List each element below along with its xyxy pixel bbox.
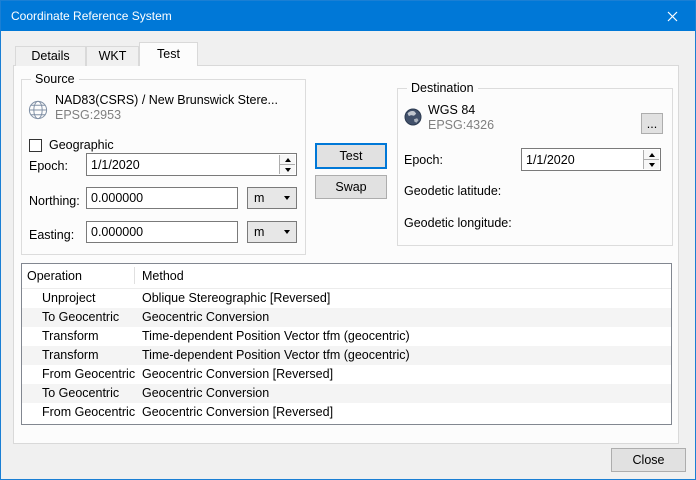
table-header[interactable]: Operation Method xyxy=(22,264,671,289)
operation-cell: Transform xyxy=(42,327,99,346)
northing-value: 0.000000 xyxy=(91,191,143,205)
destination-crs-name: WGS 84 xyxy=(428,103,475,117)
table-row[interactable]: From Geocentric Geocentric Conversion [R… xyxy=(22,403,671,422)
source-crs-name: NAD83(CSRS) / New Brunswick Stere... xyxy=(55,93,278,107)
source-crs-globe-icon xyxy=(28,100,48,120)
table-row[interactable]: To Geocentric Geocentric Conversion xyxy=(22,308,671,327)
method-cell: Geocentric Conversion xyxy=(142,308,269,327)
operation-cell: To Geocentric xyxy=(42,384,119,403)
geographic-checkbox[interactable] xyxy=(29,139,42,152)
close-icon xyxy=(667,11,678,22)
method-cell: Geocentric Conversion [Reversed] xyxy=(142,403,333,422)
method-column-header[interactable]: Method xyxy=(142,264,184,288)
window-title: Coordinate Reference System xyxy=(11,1,172,31)
easting-unit-select[interactable]: m xyxy=(247,221,297,243)
operation-column-header[interactable]: Operation xyxy=(27,264,82,288)
table-row[interactable]: Unproject Oblique Stereographic [Reverse… xyxy=(22,289,671,308)
method-cell: Oblique Stereographic [Reversed] xyxy=(142,289,330,308)
method-cell: Time-dependent Position Vector tfm (geoc… xyxy=(142,346,410,365)
method-cell: Geocentric Conversion xyxy=(142,384,269,403)
operation-cell: Transform xyxy=(42,346,99,365)
test-button[interactable]: Test xyxy=(315,143,387,169)
title-bar: Coordinate Reference System xyxy=(1,1,695,31)
destination-epoch-value: 1/1/2020 xyxy=(526,153,575,167)
operations-table: Operation Method Unproject Oblique Stere… xyxy=(21,263,672,425)
table-row[interactable]: From Geocentric Geocentric Conversion [R… xyxy=(22,365,671,384)
tab-wkt[interactable]: WKT xyxy=(86,46,139,66)
dialog-window: Coordinate Reference System Details WKT … xyxy=(0,0,696,480)
table-row[interactable]: Transform Time-dependent Position Vector… xyxy=(22,327,671,346)
column-divider[interactable] xyxy=(134,267,135,284)
geographic-label: Geographic xyxy=(49,138,114,152)
easting-unit-value: m xyxy=(254,225,264,239)
spin-down-icon[interactable] xyxy=(280,164,295,174)
operation-cell: From Geocentric xyxy=(42,403,135,422)
destination-epoch-label: Epoch: xyxy=(404,153,443,167)
table-row[interactable]: Transform Time-dependent Position Vector… xyxy=(22,346,671,365)
close-button[interactable]: Close xyxy=(611,448,686,472)
destination-crs-code: EPSG:4326 xyxy=(428,118,494,132)
geodetic-longitude-label: Geodetic longitude: xyxy=(404,216,512,230)
source-epoch-value: 1/1/2020 xyxy=(91,158,140,172)
tab-details[interactable]: Details xyxy=(15,46,86,66)
spin-down-icon[interactable] xyxy=(644,159,659,169)
northing-unit-select[interactable]: m xyxy=(247,187,297,209)
destination-crs-globe-icon xyxy=(404,108,422,126)
northing-input[interactable]: 0.000000 xyxy=(86,187,238,209)
spin-up-icon[interactable] xyxy=(644,150,659,159)
spin-up-icon[interactable] xyxy=(280,155,295,164)
window-close-button[interactable] xyxy=(650,1,695,31)
easting-input[interactable]: 0.000000 xyxy=(86,221,238,243)
source-group-label: Source xyxy=(31,72,79,86)
easting-value: 0.000000 xyxy=(91,225,143,239)
table-row[interactable]: To Geocentric Geocentric Conversion xyxy=(22,384,671,403)
source-epoch-spinner[interactable] xyxy=(279,155,295,174)
tab-test[interactable]: Test xyxy=(139,42,198,66)
operation-cell: From Geocentric xyxy=(42,365,135,384)
geodetic-latitude-label: Geodetic latitude: xyxy=(404,184,501,198)
destination-epoch-spinner[interactable] xyxy=(643,150,659,169)
northing-unit-value: m xyxy=(254,191,264,205)
method-cell: Time-dependent Position Vector tfm (geoc… xyxy=(142,327,410,346)
easting-label: Easting: xyxy=(29,228,74,242)
chevron-down-icon xyxy=(284,196,290,200)
swap-button[interactable]: Swap xyxy=(315,175,387,199)
operation-cell: Unproject xyxy=(42,289,96,308)
source-epoch-input[interactable]: 1/1/2020 xyxy=(86,153,297,176)
table-body: Unproject Oblique Stereographic [Reverse… xyxy=(22,289,671,422)
source-crs-code: EPSG:2953 xyxy=(55,108,121,122)
destination-epoch-input[interactable]: 1/1/2020 xyxy=(521,148,661,171)
source-epoch-label: Epoch: xyxy=(29,159,68,173)
destination-browse-button[interactable]: ... xyxy=(641,113,663,134)
chevron-down-icon xyxy=(284,230,290,234)
operation-cell: To Geocentric xyxy=(42,308,119,327)
method-cell: Geocentric Conversion [Reversed] xyxy=(142,365,333,384)
destination-group-label: Destination xyxy=(407,81,478,95)
northing-label: Northing: xyxy=(29,194,80,208)
